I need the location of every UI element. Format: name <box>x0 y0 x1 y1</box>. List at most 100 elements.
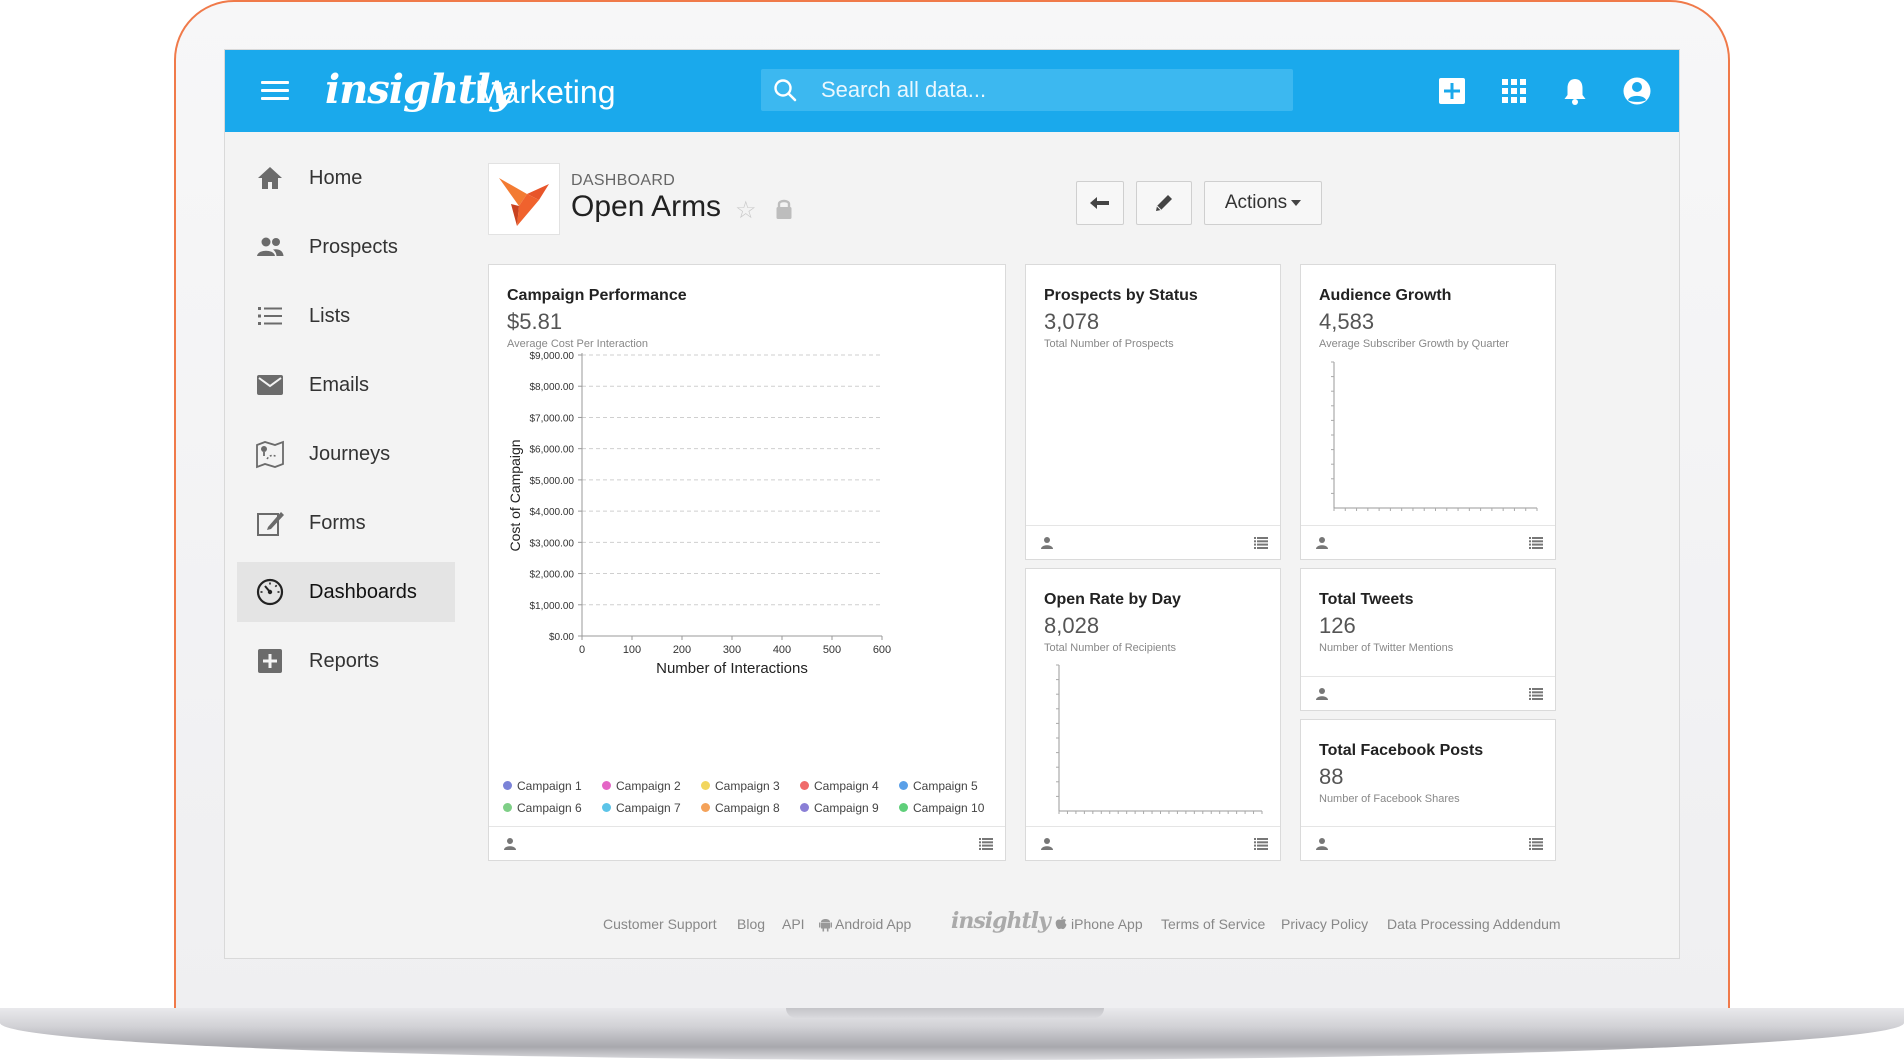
dashboard-gauge-icon <box>256 578 284 606</box>
back-button[interactable] <box>1076 181 1124 225</box>
hamburger-menu-icon[interactable] <box>261 81 289 101</box>
home-icon <box>258 167 282 189</box>
sidebar-nav: Home Prospects Lists Emails Journeys For… <box>237 148 455 700</box>
owner-user-icon[interactable] <box>1040 837 1054 851</box>
list-view-icon[interactable] <box>1529 537 1543 549</box>
campaign-performance-card: Campaign Performance $5.81 Average Cost … <box>488 264 1006 861</box>
card-title: Prospects by Status <box>1044 287 1198 304</box>
legend-item[interactable]: Campaign 3 <box>701 779 780 793</box>
footer-link-iphone-app[interactable]: iPhone App <box>1071 916 1143 932</box>
sidebar-item-forms[interactable]: Forms <box>237 493 455 553</box>
card-footer <box>1026 826 1280 860</box>
y-tick-label: $4,000.00 <box>530 507 575 518</box>
add-icon[interactable] <box>1437 76 1467 106</box>
account-icon[interactable] <box>1622 76 1652 106</box>
open-rate-by-day-card: Open Rate by Day 8,028 Total Number of R… <box>1025 568 1281 861</box>
sidebar-item-emails[interactable]: Emails <box>237 355 455 415</box>
card-footer <box>489 826 1005 860</box>
y-tick-label: $1,000.00 <box>530 601 575 612</box>
legend-item[interactable]: Campaign 4 <box>800 779 879 793</box>
card-value: 126 <box>1319 613 1356 638</box>
footer-link-android-app[interactable]: Android App <box>835 916 911 932</box>
top-bar: insightly Marketing <box>225 50 1679 132</box>
x-axis-title: Number of Interactions <box>656 660 808 677</box>
star-icon[interactable]: ☆ <box>735 196 757 225</box>
footer-link-customer-support[interactable]: Customer Support <box>603 916 717 932</box>
footer-insightly-logo[interactable]: insightly <box>951 908 1051 934</box>
open-rate-empty-chart <box>1056 664 1263 814</box>
card-subtitle: Number of Twitter Mentions <box>1319 642 1454 654</box>
campaign-scatter-chart: $0.00 $1,000.00 $2,000.00 $3,000.00 $4,000.0… <box>507 351 891 677</box>
owner-user-icon[interactable] <box>1315 536 1329 550</box>
legend-swatch <box>503 781 512 790</box>
owner-user-icon[interactable] <box>1040 536 1054 550</box>
sidebar-item-label: Prospects <box>309 235 398 258</box>
card-value: 3,078 <box>1044 309 1100 334</box>
android-icon <box>819 919 832 932</box>
legend-item[interactable]: Campaign 5 <box>899 779 978 793</box>
y-tick-label: $0.00 <box>549 632 574 643</box>
footer-link-api[interactable]: API <box>782 916 805 932</box>
sidebar-item-label: Journeys <box>309 442 391 465</box>
legend-item[interactable]: Campaign 7 <box>602 801 681 815</box>
sidebar-item-prospects[interactable]: Prospects <box>237 217 455 277</box>
envelope-icon <box>257 375 283 395</box>
list-view-icon[interactable] <box>1529 688 1543 700</box>
card-footer <box>1301 525 1555 559</box>
legend-item[interactable]: Campaign 2 <box>602 779 681 793</box>
search-input[interactable] <box>821 69 1281 111</box>
x-tick-label: 300 <box>723 644 741 656</box>
legend-item[interactable]: Campaign 8 <box>701 801 780 815</box>
legend-label: Campaign 7 <box>616 801 681 815</box>
legend-item[interactable]: Campaign 1 <box>503 779 582 793</box>
card-footer <box>1301 826 1555 860</box>
x-tick-label: 100 <box>623 644 641 656</box>
sidebar-item-home[interactable]: Home <box>237 148 455 208</box>
total-tweets-card: Total Tweets 126 Number of Twitter Menti… <box>1300 568 1556 711</box>
y-tick-label: $5,000.00 <box>530 476 575 487</box>
search-box <box>761 69 1293 111</box>
laptop-notch <box>786 1008 1104 1018</box>
actions-dropdown-button[interactable]: Actions <box>1204 181 1322 225</box>
dashboard-kicker: DASHBOARD <box>571 172 676 189</box>
edit-form-icon <box>257 512 284 536</box>
x-tick-label: 0 <box>579 644 585 656</box>
prospects-by-status-card: Prospects by Status 3,078 Total Number o… <box>1025 264 1281 560</box>
list-view-icon[interactable] <box>1529 838 1543 850</box>
card-title: Total Tweets <box>1319 591 1414 608</box>
x-tick-label: 200 <box>673 644 691 656</box>
owner-user-icon[interactable] <box>1315 837 1329 851</box>
apps-grid-icon[interactable] <box>1499 76 1529 106</box>
list-view-icon[interactable] <box>979 838 993 850</box>
owner-user-icon[interactable] <box>1315 687 1329 701</box>
sidebar-item-lists[interactable]: Lists <box>237 286 455 346</box>
apple-icon <box>1055 916 1067 930</box>
footer-link-privacy-policy[interactable]: Privacy Policy <box>1281 916 1368 932</box>
audience-growth-empty-chart <box>1331 361 1538 511</box>
legend-item[interactable]: Campaign 6 <box>503 801 582 815</box>
sidebar-item-journeys[interactable]: Journeys <box>237 424 455 484</box>
sidebar-item-label: Emails <box>309 373 370 396</box>
bell-icon[interactable] <box>1560 76 1590 106</box>
footer-link-terms-of-service[interactable]: Terms of Service <box>1161 916 1265 932</box>
list-view-icon[interactable] <box>1254 537 1268 549</box>
legend-item[interactable]: Campaign 10 <box>899 801 984 815</box>
owner-user-icon[interactable] <box>503 837 517 851</box>
edit-button[interactable] <box>1136 181 1192 225</box>
footer-link-blog[interactable]: Blog <box>737 916 765 932</box>
card-footer <box>1026 525 1280 559</box>
legend-label: Campaign 6 <box>517 801 582 815</box>
pencil-icon <box>1156 195 1172 211</box>
legend-label: Campaign 2 <box>616 779 681 793</box>
legend-item[interactable]: Campaign 9 <box>800 801 879 815</box>
sidebar-item-label: Forms <box>309 511 366 534</box>
y-tick-label: $6,000.00 <box>530 445 575 456</box>
list-view-icon[interactable] <box>1254 838 1268 850</box>
sidebar-item-reports[interactable]: Reports <box>237 631 455 691</box>
report-icon <box>258 649 282 673</box>
footer-link-data-processing-addendum[interactable]: Data Processing Addendum <box>1387 916 1561 932</box>
sidebar-item-dashboards[interactable]: Dashboards <box>237 562 455 622</box>
legend-swatch <box>800 803 809 812</box>
y-tick-label: $2,000.00 <box>530 570 575 581</box>
search-icon[interactable] <box>773 78 797 102</box>
